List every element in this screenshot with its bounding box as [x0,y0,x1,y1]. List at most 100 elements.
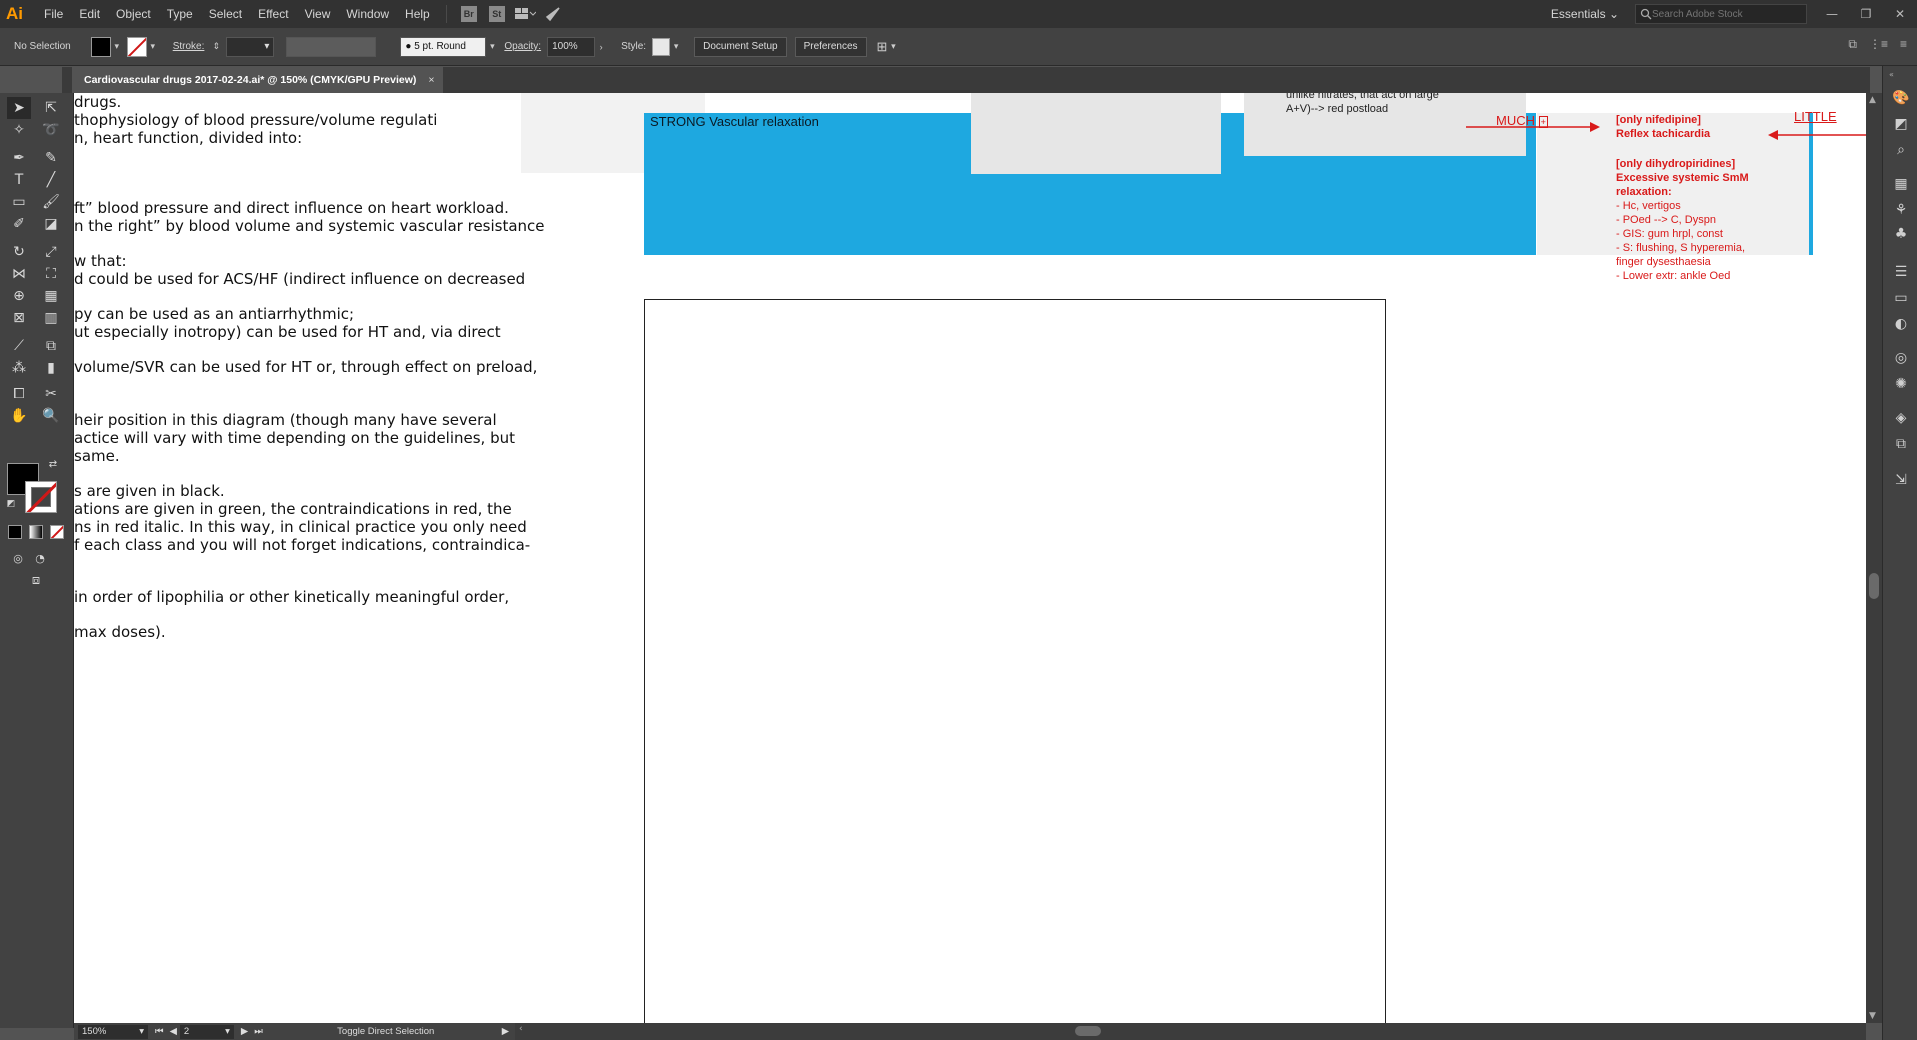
line-tool-icon[interactable]: ╱ [39,169,63,191]
menu-help[interactable]: Help [397,0,438,28]
eyedropper-tool-icon[interactable]: ⟋ [7,335,31,357]
gradient-panel-icon[interactable]: ▭ [1891,288,1911,308]
screen-mode-icon[interactable]: ⧈ [24,569,48,591]
column-graph-tool-icon[interactable]: ▮ [39,357,63,379]
paintbrush-tool-icon[interactable]: 🖌 [39,191,63,213]
zoom-level-field[interactable]: 150% ▾ [78,1024,148,1039]
symbol-sprayer-tool-icon[interactable]: ⁂ [7,357,31,379]
color-guide-icon[interactable]: ◩ [1891,114,1911,134]
horizontal-scroll-thumb[interactable] [1075,1026,1101,1036]
artboard-2[interactable] [644,299,1386,1023]
menu-edit[interactable]: Edit [71,0,108,28]
menu-object[interactable]: Object [108,0,159,28]
mesh-tool-icon[interactable]: ⊠ [7,307,31,329]
preferences-button[interactable]: Preferences [794,36,867,57]
chevron-down-icon[interactable]: ▾ [486,41,498,52]
stroke-stepper[interactable]: ⇕ [210,41,222,52]
layers-panel-icon[interactable]: ◈ [1891,408,1911,428]
fill-color-swatch[interactable] [90,36,111,57]
workspace-switcher[interactable]: Essentials ⌄ [1551,4,1619,24]
menu-view[interactable]: View [297,0,339,28]
free-transform-tool-icon[interactable]: ⛶ [39,263,63,285]
libraries-icon[interactable]: ⌕ [1891,140,1911,160]
panel-options-icon[interactable]: ⋮≡ [1869,37,1888,52]
close-tab-icon[interactable]: × [428,74,434,86]
scroll-down-icon[interactable]: ▼ [1869,1011,1876,1021]
shape-builder-tool-icon[interactable]: ⊕ [7,285,31,307]
stroke-panel-icon[interactable]: ☰ [1891,262,1911,282]
stock-search-input[interactable] [1652,8,1802,20]
chevron-down-icon[interactable]: ▾ [670,41,682,52]
dock-grip-icon[interactable]: « [1889,70,1896,79]
color-mode-icon[interactable] [8,525,22,539]
symbols-icon[interactable]: ♣ [1891,224,1911,244]
shaper-tool-icon[interactable]: ✐ [7,213,31,235]
stroke-color-swatch[interactable] [126,36,147,57]
selection-tool-icon[interactable]: ➤ [7,97,31,119]
appearance-panel-icon[interactable]: ◎ [1891,348,1911,368]
gradient-tool-icon[interactable]: ▥ [39,307,63,329]
graphic-style-swatch[interactable] [652,37,671,56]
lasso-tool-icon[interactable]: ➰ [39,119,63,141]
menu-effect[interactable]: Effect [250,0,296,28]
arrange-icon[interactable]: ⧉ [1848,37,1857,52]
chevron-down-icon[interactable]: ▾ [147,41,159,52]
artboard-tool-icon[interactable]: ⧠ [7,383,31,405]
bridge-button[interactable]: Br [458,4,480,24]
last-artboard-icon[interactable]: ⏭ [254,1026,263,1037]
scroll-left-icon[interactable]: ‹ [519,1024,523,1034]
gradient-mode-icon[interactable] [29,525,43,539]
artboards-panel-icon[interactable]: ⧉ [1891,434,1911,454]
draw-behind-icon[interactable]: ◔ [28,547,52,569]
next-artboard-icon[interactable]: ▶ [241,1026,248,1037]
direct-selection-tool-icon[interactable]: ⇱ [39,97,63,119]
draw-normal-icon[interactable]: ◎ [6,547,30,569]
menu-file[interactable]: File [36,0,71,28]
chevron-down-icon[interactable]: ▾ [887,41,899,52]
stroke-swatch[interactable] [25,481,57,513]
swatches-icon[interactable]: ▦ [1891,174,1911,194]
vertical-scroll-thumb[interactable] [1869,573,1879,599]
variable-width-profile[interactable] [286,36,377,57]
stock-search[interactable] [1635,4,1807,24]
blend-tool-icon[interactable]: ⧉ [39,335,63,357]
artboard-number-field[interactable]: 2 ▾ [179,1024,234,1039]
arrange-documents-button[interactable] [514,4,536,24]
restore-button[interactable]: ❐ [1849,0,1883,28]
document-tab[interactable]: Cardiovascular drugs 2017-02-24.ai* @ 15… [72,67,443,93]
gpu-performance-button[interactable] [542,4,564,24]
slice-tool-icon[interactable]: ✂ [39,383,63,405]
vertical-scrollbar[interactable]: ▲ ▼ [1866,93,1882,1023]
graphic-styles-icon[interactable]: ✺ [1891,374,1911,394]
stock-button[interactable]: St [486,4,508,24]
perspective-grid-tool-icon[interactable]: ▦ [39,285,63,307]
first-artboard-icon[interactable]: ⏮ [155,1026,164,1037]
color-panel-icon[interactable]: 🎨 [1891,88,1911,108]
swap-fill-stroke-icon[interactable]: ⇄ [46,457,60,471]
canvas[interactable]: drugs. thophysiology of blood pressure/vo… [74,93,1866,1023]
hand-tool-icon[interactable]: ✋ [7,405,31,427]
document-setup-button[interactable]: Document Setup [694,36,787,57]
menu-window[interactable]: Window [338,0,397,28]
width-tool-icon[interactable]: ⋈ [7,263,31,285]
pen-tool-icon[interactable]: ✒ [7,147,31,169]
close-window-button[interactable]: ✕ [1883,0,1917,28]
scale-tool-icon[interactable]: ⤢ [39,241,63,263]
horizontal-scrollbar[interactable]: ‹ [515,1023,1866,1040]
eraser-tool-icon[interactable]: ◪ [39,213,63,235]
rectangle-tool-icon[interactable]: ▭ [7,191,31,213]
menu-type[interactable]: Type [159,0,201,28]
status-menu-icon[interactable]: ▶ [502,1026,509,1037]
zoom-tool-icon[interactable]: 🔍 [39,405,63,427]
rotate-tool-icon[interactable]: ↻ [7,241,31,263]
brush-definition[interactable]: ● 5 pt. Round [400,36,487,57]
curvature-tool-icon[interactable]: ✎ [39,147,63,169]
stroke-weight-field[interactable]: ▾ [226,36,275,57]
transparency-panel-icon[interactable]: ◐ [1891,314,1911,334]
menu-icon[interactable]: ≡ [1900,37,1907,52]
menu-select[interactable]: Select [201,0,250,28]
chevron-down-icon[interactable]: ▾ [111,41,123,52]
brushes-icon[interactable]: ⚘ [1891,200,1911,220]
align-icon[interactable]: ⊞ [877,39,888,55]
default-fill-stroke-icon[interactable]: ◩ [4,497,18,511]
